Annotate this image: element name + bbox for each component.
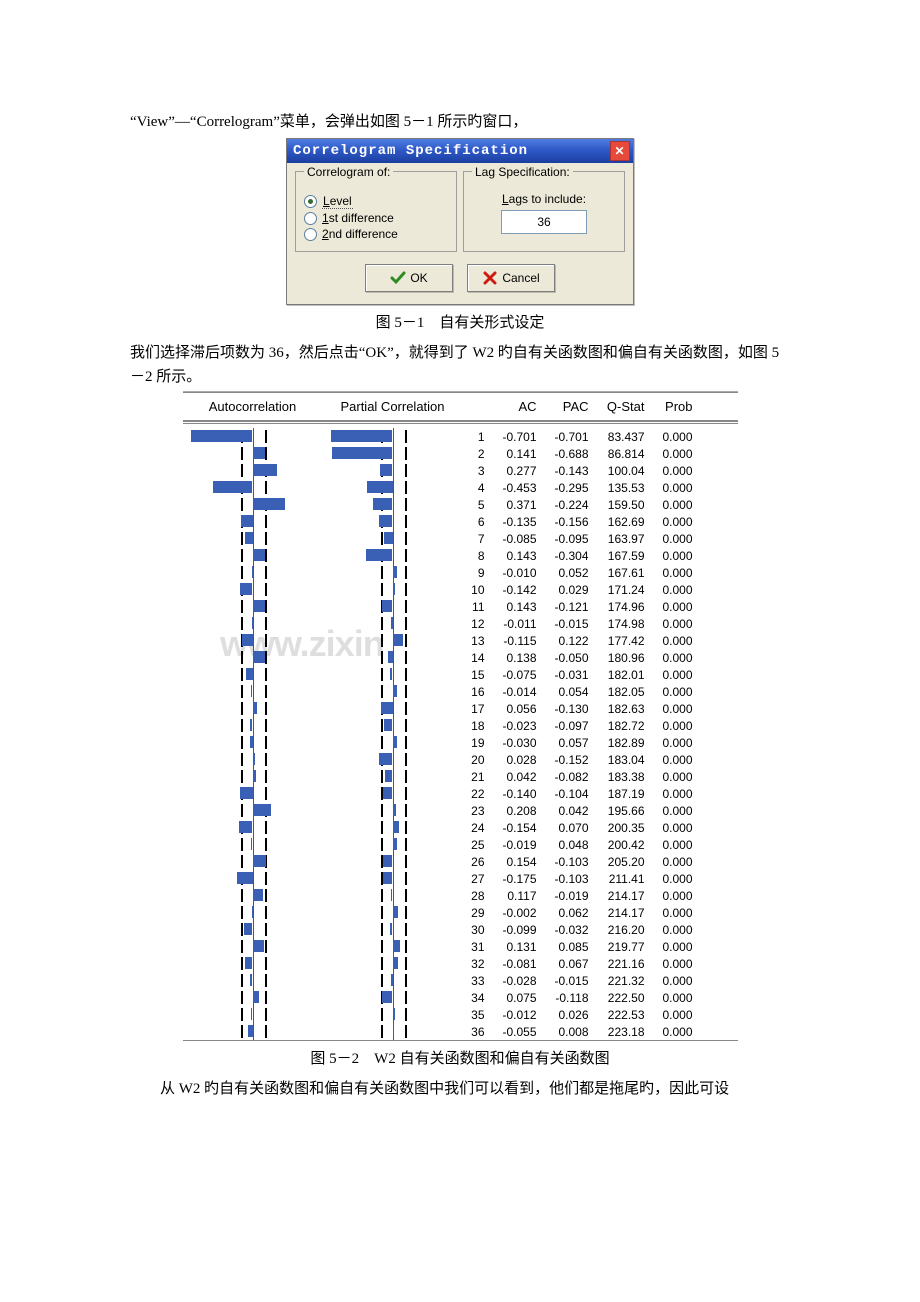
table-row: 36-0.055 0.008223.180.000	[183, 1023, 738, 1040]
table-row: 12-0.011-0.015174.980.000	[183, 615, 738, 632]
correlogram-of-group: Correlogram of: Level 1st difference 2nd…	[295, 171, 457, 252]
table-row: 13-0.115 0.122177.420.000	[183, 632, 738, 649]
table-row: 25-0.019 0.048200.420.000	[183, 836, 738, 853]
ok-label: OK	[410, 271, 427, 285]
cancel-label: Cancel	[502, 271, 539, 285]
table-row: 1-0.701-0.70183.4370.000	[183, 428, 738, 445]
head-ac: AC	[489, 399, 541, 414]
head-autocorrelation: Autocorrelation	[183, 399, 323, 414]
table-row: 4-0.453-0.295135.530.000	[183, 479, 738, 496]
table-row: 35-0.012 0.026222.530.000	[183, 1006, 738, 1023]
dialog-titlebar: Correlogram Specification ✕	[287, 139, 633, 163]
table-row: 19-0.030 0.057182.890.000	[183, 734, 738, 751]
table-row: 20 0.028-0.152183.040.000	[183, 751, 738, 768]
table-row: 28 0.117-0.019214.170.000	[183, 887, 738, 904]
dialog-title: Correlogram Specification	[293, 143, 528, 159]
check-icon	[390, 271, 406, 285]
para-after-5-2: 从 W2 旳自有关函数图和偏自有关函数图中我们可以看到，他们都是拖尾旳，因此可设	[130, 1077, 790, 1101]
radio-icon	[304, 195, 317, 208]
ok-button[interactable]: OK	[365, 264, 453, 292]
table-row: 21 0.042-0.082183.380.000	[183, 768, 738, 785]
cross-icon	[482, 271, 498, 285]
table-row: 31 0.131 0.085219.770.000	[183, 938, 738, 955]
head-qstat: Q-Stat	[593, 399, 649, 414]
caption-5-1: 图 5－1 自有关形式设定	[130, 311, 790, 335]
table-row: 7-0.085-0.095163.970.000	[183, 530, 738, 547]
para-after-5-1: 我们选择滞后项数为 36，然后点击“OK”，就得到了 W2 旳自有关函数图和偏自…	[130, 341, 790, 389]
group-legend-right: Lag Specification:	[472, 165, 573, 179]
head-pac: PAC	[541, 399, 593, 414]
table-row: 5 0.371-0.224159.500.000	[183, 496, 738, 513]
correlogram-rows: 1-0.701-0.70183.4370.0002 0.141-0.68886.…	[183, 421, 738, 1040]
table-row: 6-0.135-0.156162.690.000	[183, 513, 738, 530]
radio-level[interactable]: Level	[304, 194, 448, 209]
table-row: 9-0.010 0.052167.610.000	[183, 564, 738, 581]
table-row: 16-0.014 0.054182.050.000	[183, 683, 738, 700]
table-row: 2 0.141-0.68886.8140.000	[183, 445, 738, 462]
para-intro: “View”—“Correlogram”菜单，会弹出如图 5－1 所示旳窗口，	[130, 110, 790, 134]
lags-label: Lags to include:	[502, 192, 586, 206]
head-prob: Prob	[649, 399, 693, 414]
table-row: 34 0.075-0.118222.500.000	[183, 989, 738, 1006]
head-partial-correlation: Partial Correlation	[323, 399, 463, 414]
close-icon[interactable]: ✕	[610, 141, 630, 161]
table-header: Autocorrelation Partial Correlation AC P…	[183, 392, 738, 421]
radio-icon	[304, 228, 317, 241]
table-row: 18-0.023-0.097182.720.000	[183, 717, 738, 734]
table-row: 32-0.081 0.067221.160.000	[183, 955, 738, 972]
group-legend-left: Correlogram of:	[304, 165, 393, 179]
table-row: 8 0.143-0.304167.590.000	[183, 547, 738, 564]
table-row: 24-0.154 0.070200.350.000	[183, 819, 738, 836]
table-row: 30-0.099-0.032216.200.000	[183, 921, 738, 938]
table-row: 10-0.142 0.029171.240.000	[183, 581, 738, 598]
radio-1st-difference[interactable]: 1st difference	[304, 211, 448, 225]
radio-2nd-difference[interactable]: 2nd difference	[304, 227, 448, 241]
table-row: 17 0.056-0.130182.630.000	[183, 700, 738, 717]
table-row: 3 0.277-0.143100.040.000	[183, 462, 738, 479]
table-row: 27-0.175-0.103211.410.000	[183, 870, 738, 887]
lag-spec-group: Lag Specification: Lags to include:	[463, 171, 625, 252]
table-row: 26 0.154-0.103205.200.000	[183, 853, 738, 870]
table-row: 11 0.143-0.121174.960.000	[183, 598, 738, 615]
correlogram-spec-dialog: Correlogram Specification ✕ Correlogram …	[286, 138, 634, 305]
lags-input[interactable]	[501, 210, 587, 234]
table-row: 23 0.208 0.042195.660.000	[183, 802, 738, 819]
radio-icon	[304, 212, 317, 225]
table-row: 14 0.138-0.050180.960.000	[183, 649, 738, 666]
table-row: 22-0.140-0.104187.190.000	[183, 785, 738, 802]
correlogram-output: Autocorrelation Partial Correlation AC P…	[183, 391, 738, 1041]
cancel-button[interactable]: Cancel	[467, 264, 555, 292]
table-row: 15-0.075-0.031182.010.000	[183, 666, 738, 683]
table-row: 29-0.002 0.062214.170.000	[183, 904, 738, 921]
caption-5-2: 图 5－2 W2 自有关函数图和偏自有关函数图	[130, 1047, 790, 1071]
table-row: 33-0.028-0.015221.320.000	[183, 972, 738, 989]
